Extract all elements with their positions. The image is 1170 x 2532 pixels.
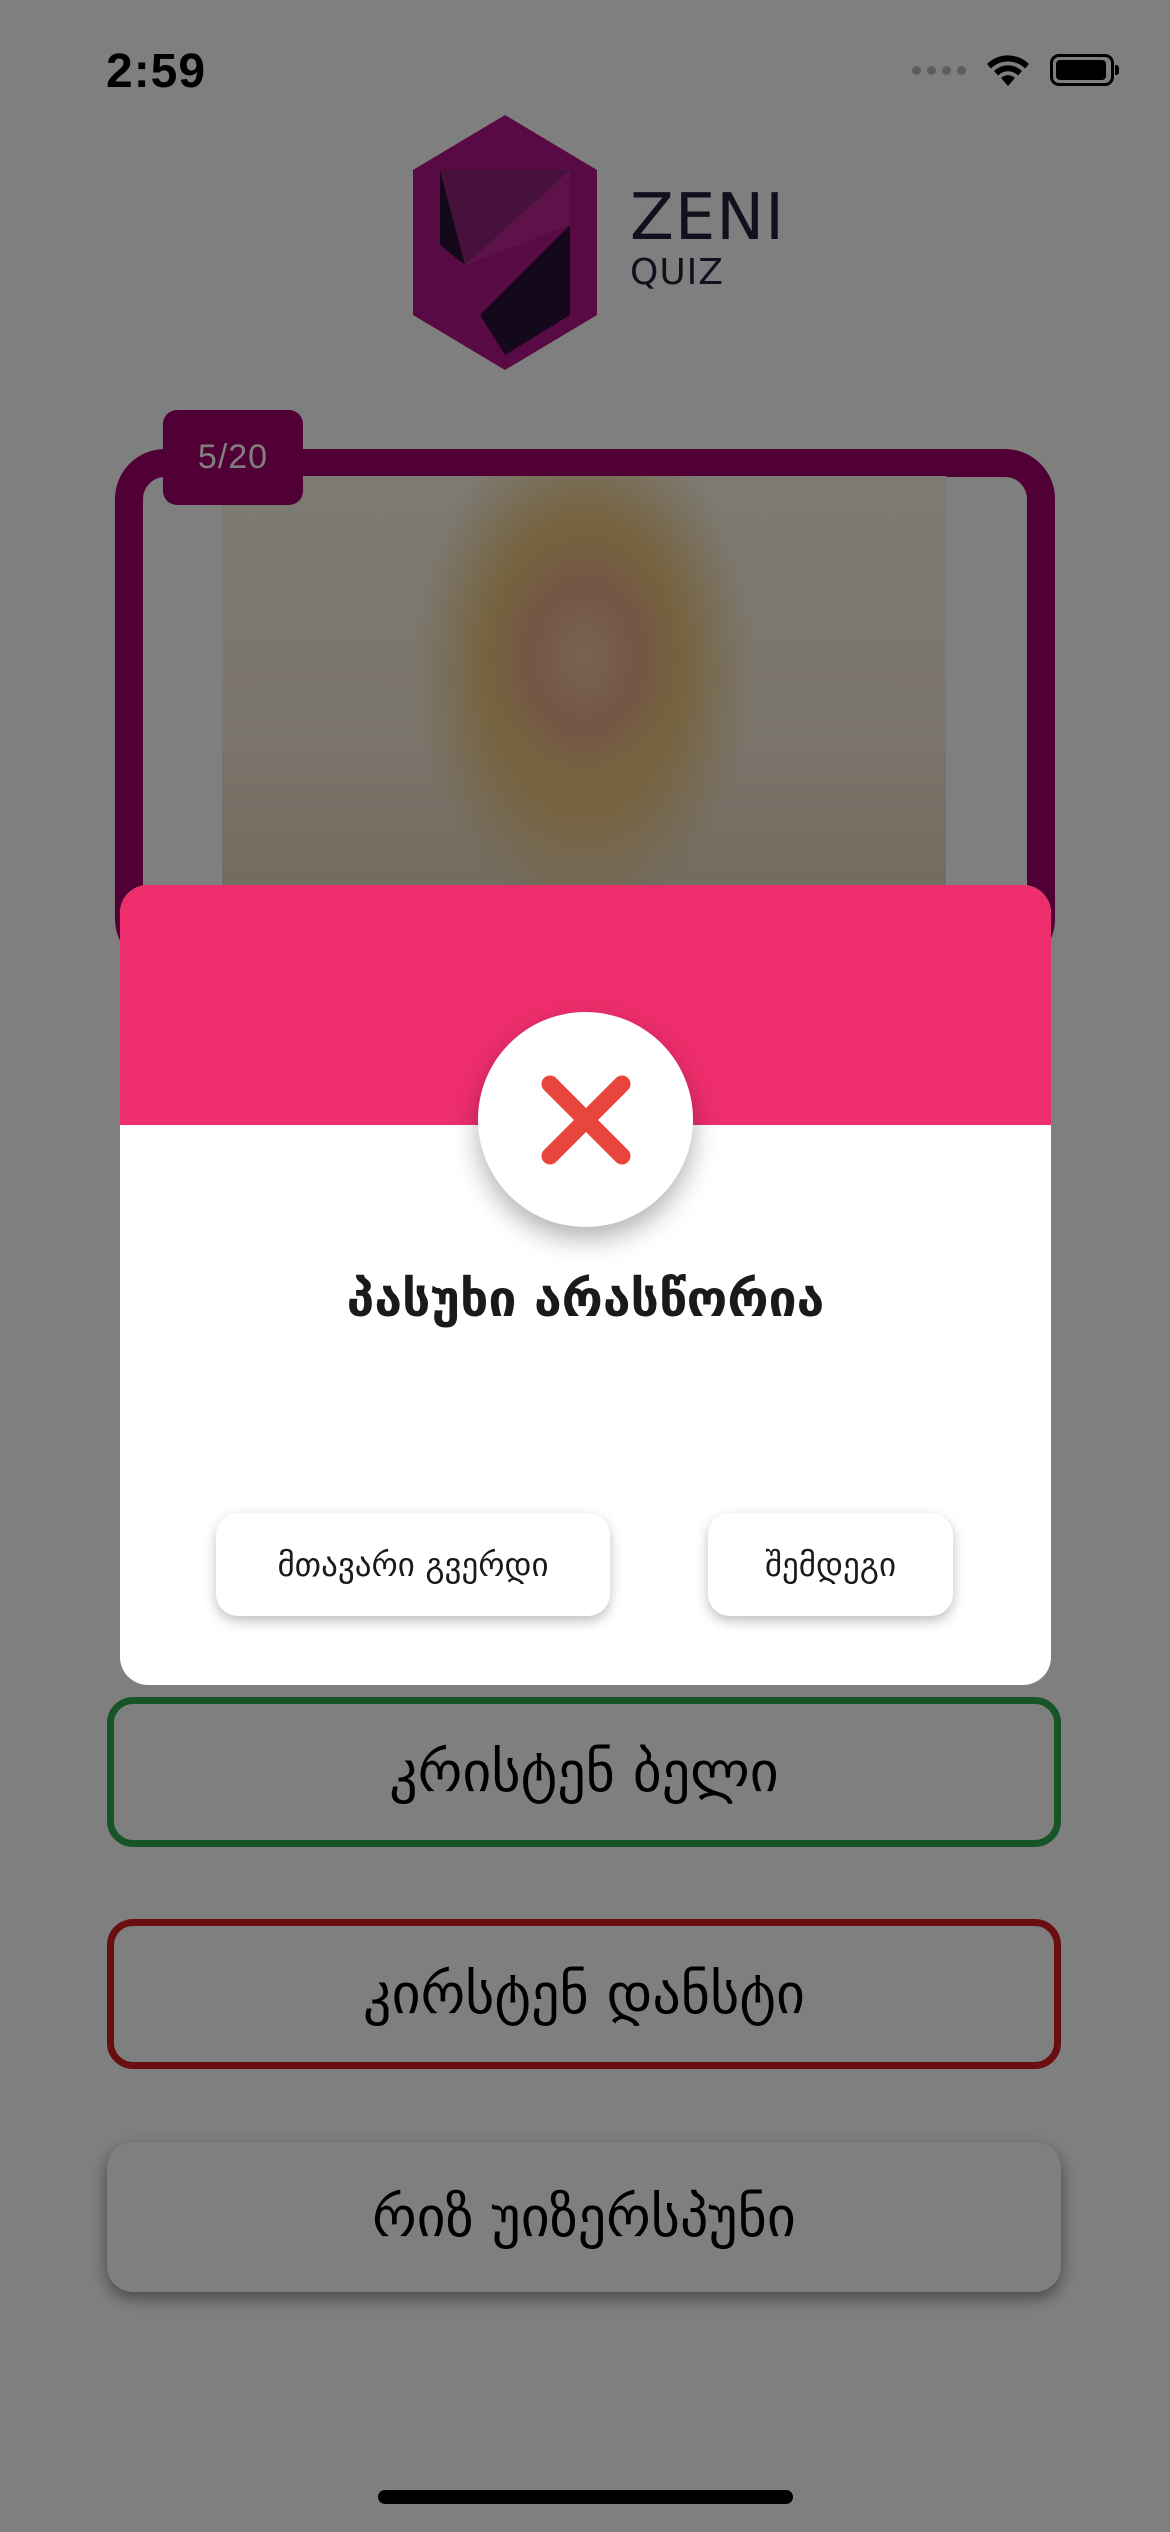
next-button[interactable]: შემდეგი xyxy=(708,1513,953,1616)
result-dialog: პასუხი არასწორია მთავარი გვერდი შემდეგი xyxy=(120,885,1051,1685)
home-indicator[interactable] xyxy=(378,2490,793,2504)
dialog-title: პასუხი არასწორია xyxy=(346,1270,825,1328)
main-page-button[interactable]: მთავარი გვერდი xyxy=(216,1513,610,1616)
close-icon xyxy=(541,1075,630,1164)
result-icon-circle xyxy=(478,1012,693,1227)
